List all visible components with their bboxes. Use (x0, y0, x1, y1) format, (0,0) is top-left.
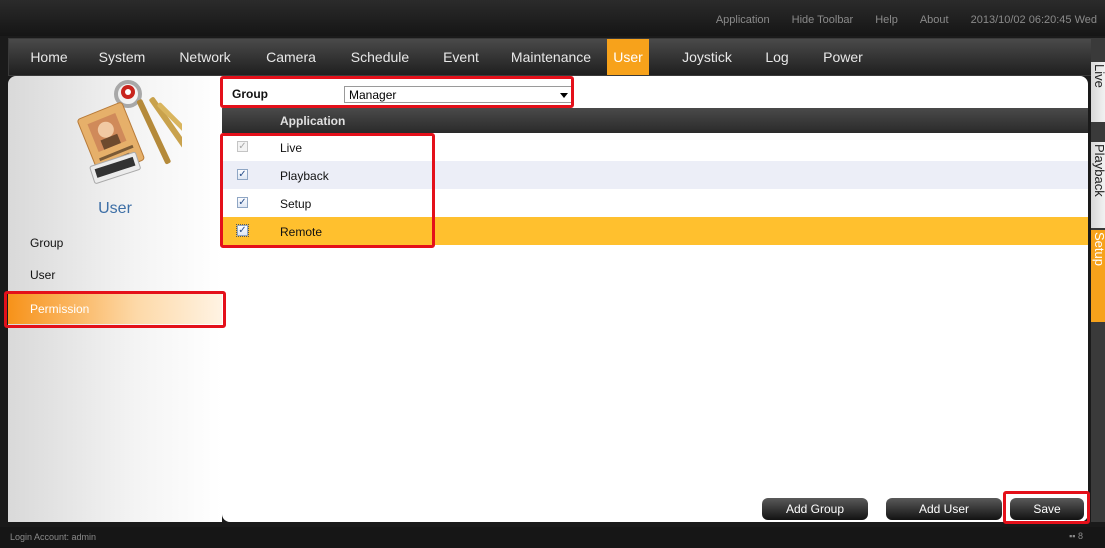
group-select-value: Manager (349, 88, 397, 102)
main-nav: Home System Network Camera Schedule Even… (8, 38, 1093, 76)
tab-playback-label: Playback (1092, 144, 1105, 197)
network-status: ▪▪ 8 (1069, 531, 1083, 541)
right-tab-strip: Live Playback Setup (1091, 38, 1105, 522)
nav-camera[interactable]: Camera (260, 39, 322, 75)
group-selector-row: Group Manager (222, 76, 1088, 108)
status-bar: Login Account: admin ▪▪ 8 (0, 527, 1105, 548)
group-select[interactable]: Manager (344, 86, 572, 103)
table-row-playback[interactable]: ✓ Playback (222, 161, 1088, 189)
login-account: Login Account: admin (10, 532, 97, 542)
nav-power[interactable]: Power (817, 39, 869, 75)
column-header-application: Application (280, 114, 346, 128)
remote-checkbox[interactable]: ✓ (236, 224, 249, 237)
group-label: Group (232, 87, 268, 101)
table-row-remote[interactable]: ✓ Remote (222, 217, 1088, 245)
row-label: Live (280, 141, 303, 155)
network-icon: ▪▪ (1069, 531, 1076, 541)
sidebar-title: User (98, 200, 132, 217)
user-keys-icon (72, 76, 199, 186)
table-header: Application (222, 108, 1088, 133)
nav-maintenance[interactable]: Maintenance (507, 39, 595, 75)
tab-live[interactable]: Live (1091, 62, 1105, 122)
tab-setup-label: Setup (1092, 232, 1105, 266)
help-link[interactable]: Help (875, 14, 898, 26)
nav-network[interactable]: Network (175, 39, 235, 75)
about-link[interactable]: About (920, 14, 949, 26)
table-row-live[interactable]: ✓ Live (222, 133, 1088, 161)
network-count: 8 (1077, 531, 1083, 541)
tab-setup[interactable]: Setup (1091, 230, 1105, 322)
add-user-button[interactable]: Add User (886, 498, 1002, 520)
table-row-setup[interactable]: ✓ Setup (222, 189, 1088, 217)
playback-checkbox[interactable]: ✓ (237, 169, 248, 180)
nav-joystick[interactable]: Joystick (677, 39, 737, 75)
add-group-button[interactable]: Add Group (762, 498, 868, 520)
setup-checkbox[interactable]: ✓ (237, 197, 248, 208)
sidebar-item-user[interactable]: User (8, 260, 222, 290)
live-checkbox[interactable]: ✓ (237, 141, 248, 152)
nav-system[interactable]: System (91, 39, 153, 75)
nav-event[interactable]: Event (437, 39, 485, 75)
application-link[interactable]: Application (716, 14, 770, 26)
tab-live-label: Live (1092, 64, 1105, 88)
sidebar-item-permission[interactable]: Permission (8, 294, 222, 324)
sidebar-item-group[interactable]: Group (8, 228, 222, 258)
dropdown-arrow-icon (560, 93, 568, 98)
top-toolbar: Application Hide Toolbar Help About 2013… (0, 0, 1105, 36)
left-panel: User Group User Permission (8, 76, 222, 522)
nav-schedule[interactable]: Schedule (345, 39, 415, 75)
nav-home[interactable]: Home (21, 39, 77, 75)
tab-playback[interactable]: Playback (1091, 142, 1105, 228)
hide-toolbar-link[interactable]: Hide Toolbar (792, 14, 854, 26)
nav-log[interactable]: Log (761, 39, 793, 75)
permission-panel: Group Manager Application ✓ Live ✓ Playb… (222, 76, 1088, 522)
row-label: Remote (280, 225, 323, 239)
row-label: Playback (280, 169, 329, 183)
row-label: Setup (280, 197, 312, 211)
save-button[interactable]: Save (1010, 498, 1084, 520)
nav-user[interactable]: User (607, 39, 649, 75)
datetime-display: 2013/10/02 06:20:45 Wed (970, 14, 1097, 26)
